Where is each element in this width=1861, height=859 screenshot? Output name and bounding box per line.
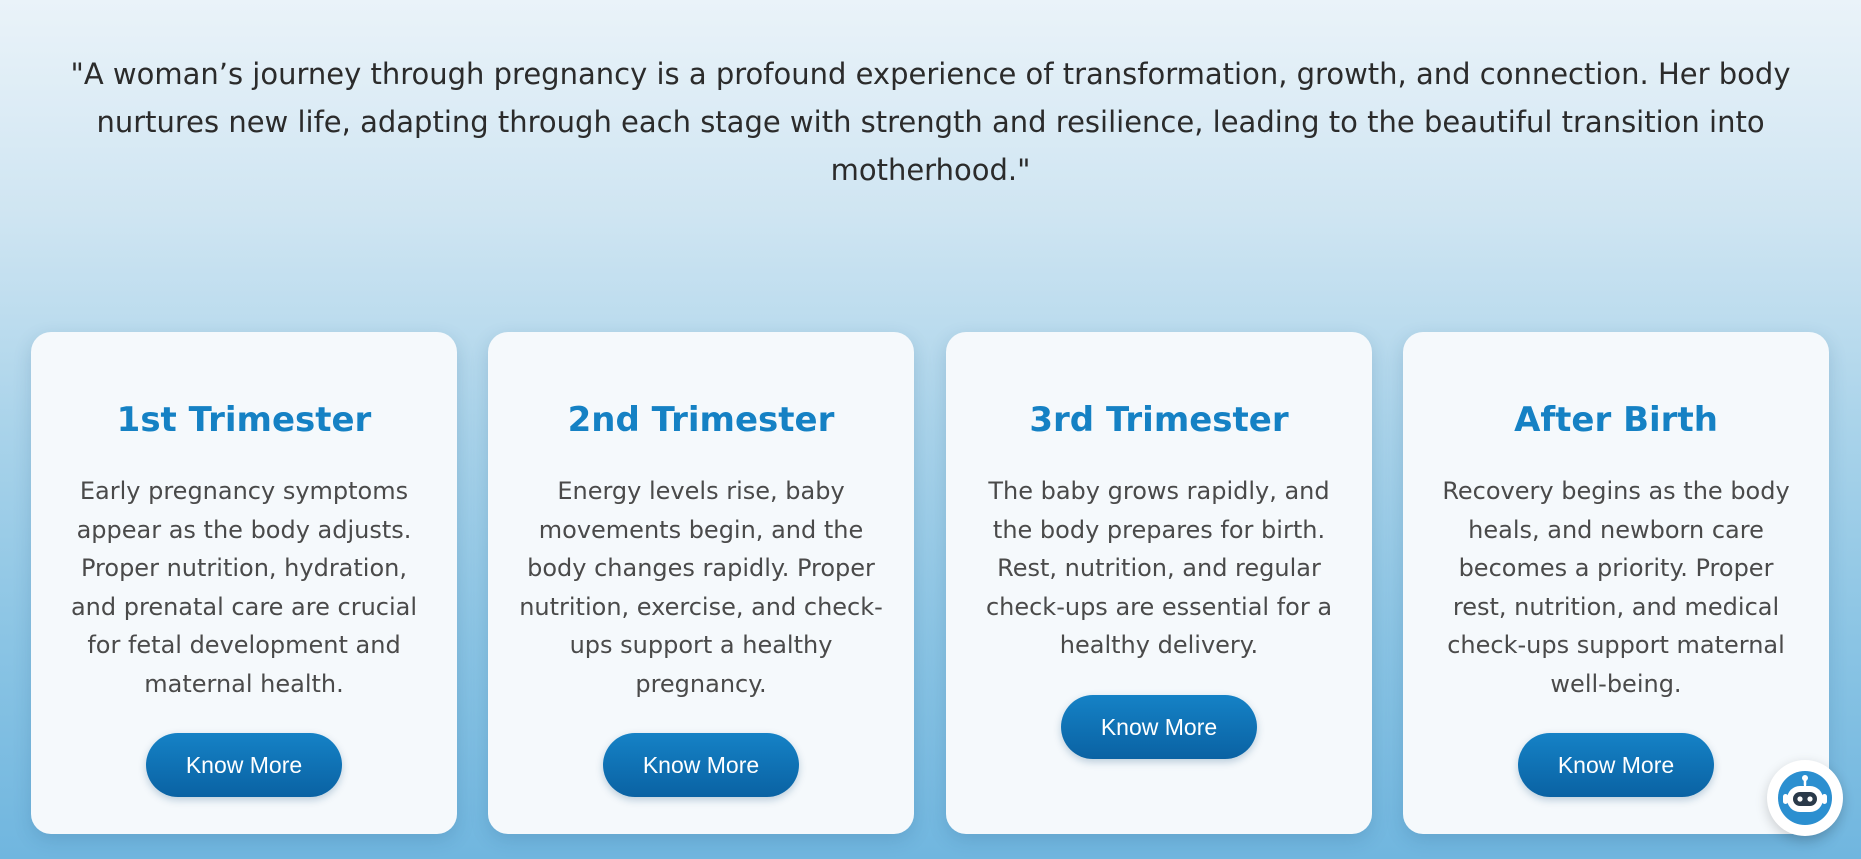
card-description: Early pregnancy symptoms appear as the b… (70, 477, 418, 698)
know-more-button-3rd-trimester[interactable]: Know More (1061, 695, 1257, 759)
know-more-button-1st-trimester[interactable]: Know More (146, 733, 342, 797)
trimester-cards: 1st Trimester Early pregnancy symptoms a… (31, 332, 1831, 834)
chatbot-button[interactable] (1767, 760, 1843, 836)
card-title: 3rd Trimester (1029, 400, 1289, 440)
card-1st-trimester: 1st Trimester Early pregnancy symptoms a… (31, 332, 457, 834)
card-description: The baby grows rapidly, and the body pre… (985, 477, 1333, 659)
know-more-button-after-birth[interactable]: Know More (1518, 733, 1714, 797)
card-title: 1st Trimester (116, 400, 372, 440)
intro-quote: "A woman’s journey through pregnancy is … (70, 57, 1791, 187)
card-3rd-trimester: 3rd Trimester The baby grows rapidly, an… (946, 332, 1372, 834)
card-title: 2nd Trimester (567, 400, 835, 440)
card-description: Energy levels rise, baby movements begin… (519, 477, 883, 698)
card-2nd-trimester: 2nd Trimester Energy levels rise, baby m… (488, 332, 914, 834)
card-title: After Birth (1514, 400, 1718, 440)
know-more-button-2nd-trimester[interactable]: Know More (603, 733, 799, 797)
card-description: Recovery begins as the body heals, and n… (1442, 477, 1790, 698)
card-after-birth: After Birth Recovery begins as the body … (1403, 332, 1829, 834)
chatbot-icon (1778, 771, 1832, 825)
